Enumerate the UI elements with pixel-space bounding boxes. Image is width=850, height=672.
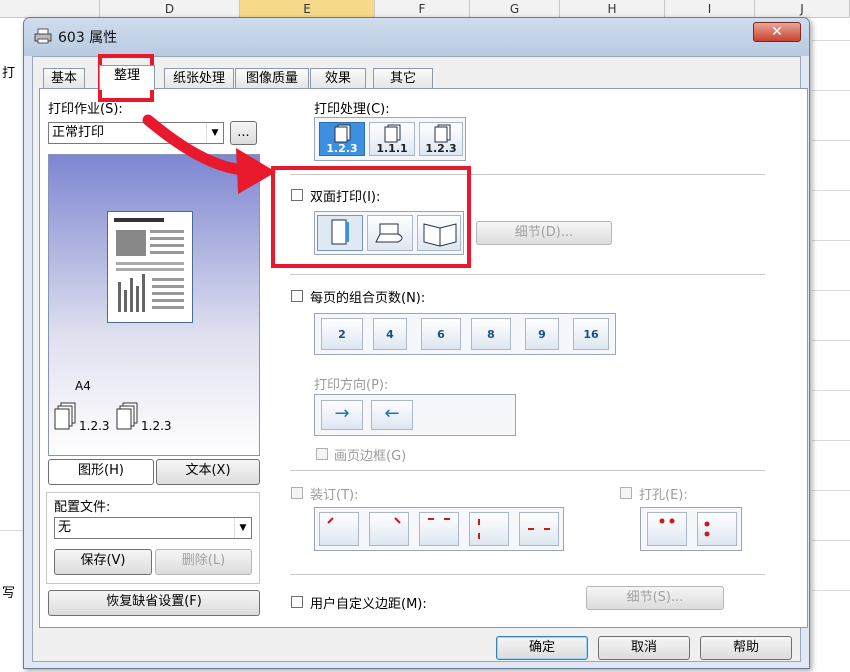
group-option-label: 1.1.1: [376, 142, 408, 155]
offset-collate-option-button[interactable]: 1.2.3: [419, 122, 463, 156]
restore-defaults-button[interactable]: 恢复缺省设置(F): [48, 590, 260, 616]
delete-profile-button[interactable]: 删除(L): [155, 549, 252, 575]
profile-select-value: 无: [58, 520, 72, 535]
print-processing-label: 打印处理(C):: [314, 102, 390, 117]
page-border-checkbox[interactable]: [316, 448, 328, 460]
nup-2-button[interactable]: 2: [321, 318, 363, 350]
collate-stack-icon: [53, 401, 79, 435]
collate-option-button[interactable]: 1.2.3: [319, 122, 365, 156]
punch-options: [640, 507, 742, 551]
direction-options: → ←: [314, 394, 516, 436]
direction-label: 打印方向(P):: [314, 378, 389, 393]
background-text-fragment: 写: [2, 586, 16, 601]
collate-label-1: 1.2.3: [79, 419, 110, 433]
profile-select[interactable]: 无 ▼: [54, 517, 252, 539]
column-header-j[interactable]: J: [755, 0, 850, 18]
staple-top-left-button[interactable]: [319, 512, 359, 546]
nup-16-label: 16: [583, 328, 599, 341]
close-icon: ✕: [771, 24, 783, 40]
column-header-g[interactable]: G: [470, 0, 560, 18]
nup-4-label: 4: [386, 328, 394, 341]
graphic-view-button[interactable]: 图形(H): [48, 459, 154, 485]
separator: [290, 470, 765, 471]
nup-label: 每页的组合页数(N):: [310, 291, 426, 306]
nup-8-label: 8: [487, 328, 495, 341]
collate-option-label: 1.2.3: [326, 142, 358, 155]
collate-stack-icon: [115, 401, 141, 435]
text-view-button[interactable]: 文本(X): [156, 459, 260, 485]
cancel-button[interactable]: 取消: [598, 636, 690, 660]
dialog-title: 603 属性: [58, 30, 118, 46]
help-button[interactable]: 帮助: [700, 636, 792, 660]
staple-top-right-button[interactable]: [369, 512, 409, 546]
page-border-label: 画页边框(G): [334, 449, 407, 464]
staple-checkbox[interactable]: [291, 487, 303, 499]
ok-button[interactable]: 确定: [496, 636, 588, 660]
separator: [290, 274, 765, 275]
punch-label: 打孔(E):: [639, 488, 688, 503]
nup-6-button[interactable]: 6: [421, 318, 461, 350]
staple-options: [314, 507, 564, 551]
chevron-down-icon: ▼: [234, 518, 251, 538]
staple-left-double-button[interactable]: [469, 512, 509, 546]
nup-4-button[interactable]: 4: [373, 318, 407, 350]
staple-center-button[interactable]: [519, 512, 559, 546]
custom-margin-label: 用户自定义边距(M):: [310, 597, 427, 612]
nup-16-button[interactable]: 16: [573, 318, 609, 350]
column-header-h[interactable]: H: [560, 0, 665, 18]
separator: [290, 574, 765, 575]
collate-label-2: 1.2.3: [141, 419, 172, 433]
close-button[interactable]: ✕: [753, 22, 801, 42]
punch-checkbox[interactable]: [620, 487, 632, 499]
arrow-right-icon[interactable]: →: [321, 400, 363, 430]
nup-8-button[interactable]: 8: [471, 318, 511, 350]
custom-margin-checkbox[interactable]: [291, 596, 303, 608]
paper-size-label: A4: [75, 379, 91, 393]
printer-icon: [34, 28, 52, 48]
column-header-d[interactable]: D: [100, 0, 240, 18]
profile-label: 配置文件:: [54, 500, 111, 515]
tab-effects[interactable]: 效果: [310, 68, 366, 90]
arrow-left-icon[interactable]: ←: [371, 400, 413, 430]
staple-top-double-button[interactable]: [419, 512, 459, 546]
nup-checkbox[interactable]: [291, 290, 303, 302]
column-header-i[interactable]: I: [665, 0, 755, 18]
offset-collate-option-label: 1.2.3: [425, 142, 457, 155]
nup-9-label: 9: [538, 328, 546, 341]
column-header-e[interactable]: E: [240, 0, 375, 18]
tab-basic[interactable]: 基本: [43, 68, 85, 90]
staple-label: 装订(T):: [310, 488, 359, 503]
nup-2-label: 2: [338, 328, 346, 341]
background-text-fragment: 打: [2, 66, 16, 81]
tab-image-quality[interactable]: 图像质量: [235, 68, 309, 90]
preview-page-thumbnail: [107, 211, 193, 323]
title-bar[interactable]: 603 属性 ✕: [24, 18, 809, 56]
save-profile-button[interactable]: 保存(V): [54, 549, 152, 575]
nup-9-button[interactable]: 9: [525, 318, 559, 350]
tab-finishing[interactable]: 整理: [99, 65, 155, 90]
job-select-value: 正常打印: [52, 125, 105, 140]
nup-6-label: 6: [437, 328, 445, 341]
column-header-blank: [0, 0, 100, 18]
punch-left-button[interactable]: [697, 512, 737, 546]
nup-options: 2 4 6 8 9 16: [314, 313, 616, 355]
column-header-f[interactable]: F: [375, 0, 470, 18]
annotation-highlight-duplex: [271, 166, 471, 268]
print-processing-options: 1.2.3 1.1.1 1.2.3: [314, 117, 466, 161]
margin-detail-button[interactable]: 细节(S)...: [586, 586, 724, 610]
annotation-arrow-icon: [140, 112, 280, 206]
duplex-detail-button[interactable]: 细节(D)...: [476, 221, 612, 245]
group-option-button[interactable]: 1.1.1: [369, 122, 415, 156]
tab-paper-handling[interactable]: 纸张处理: [164, 68, 234, 90]
tab-other[interactable]: 其它: [373, 68, 433, 90]
punch-top-button[interactable]: [647, 512, 687, 546]
